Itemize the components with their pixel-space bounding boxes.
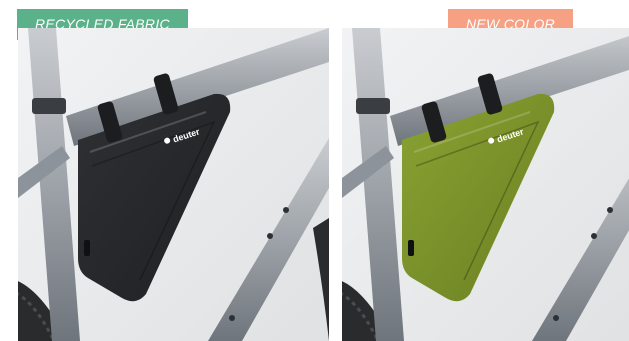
product-image-black: deuter [18,28,329,341]
seat-clamp [32,98,66,114]
zipper-pull [84,240,90,256]
seat-clamp [356,98,390,114]
zipper-pull [408,240,414,256]
product-image-green: deuter [342,28,629,341]
